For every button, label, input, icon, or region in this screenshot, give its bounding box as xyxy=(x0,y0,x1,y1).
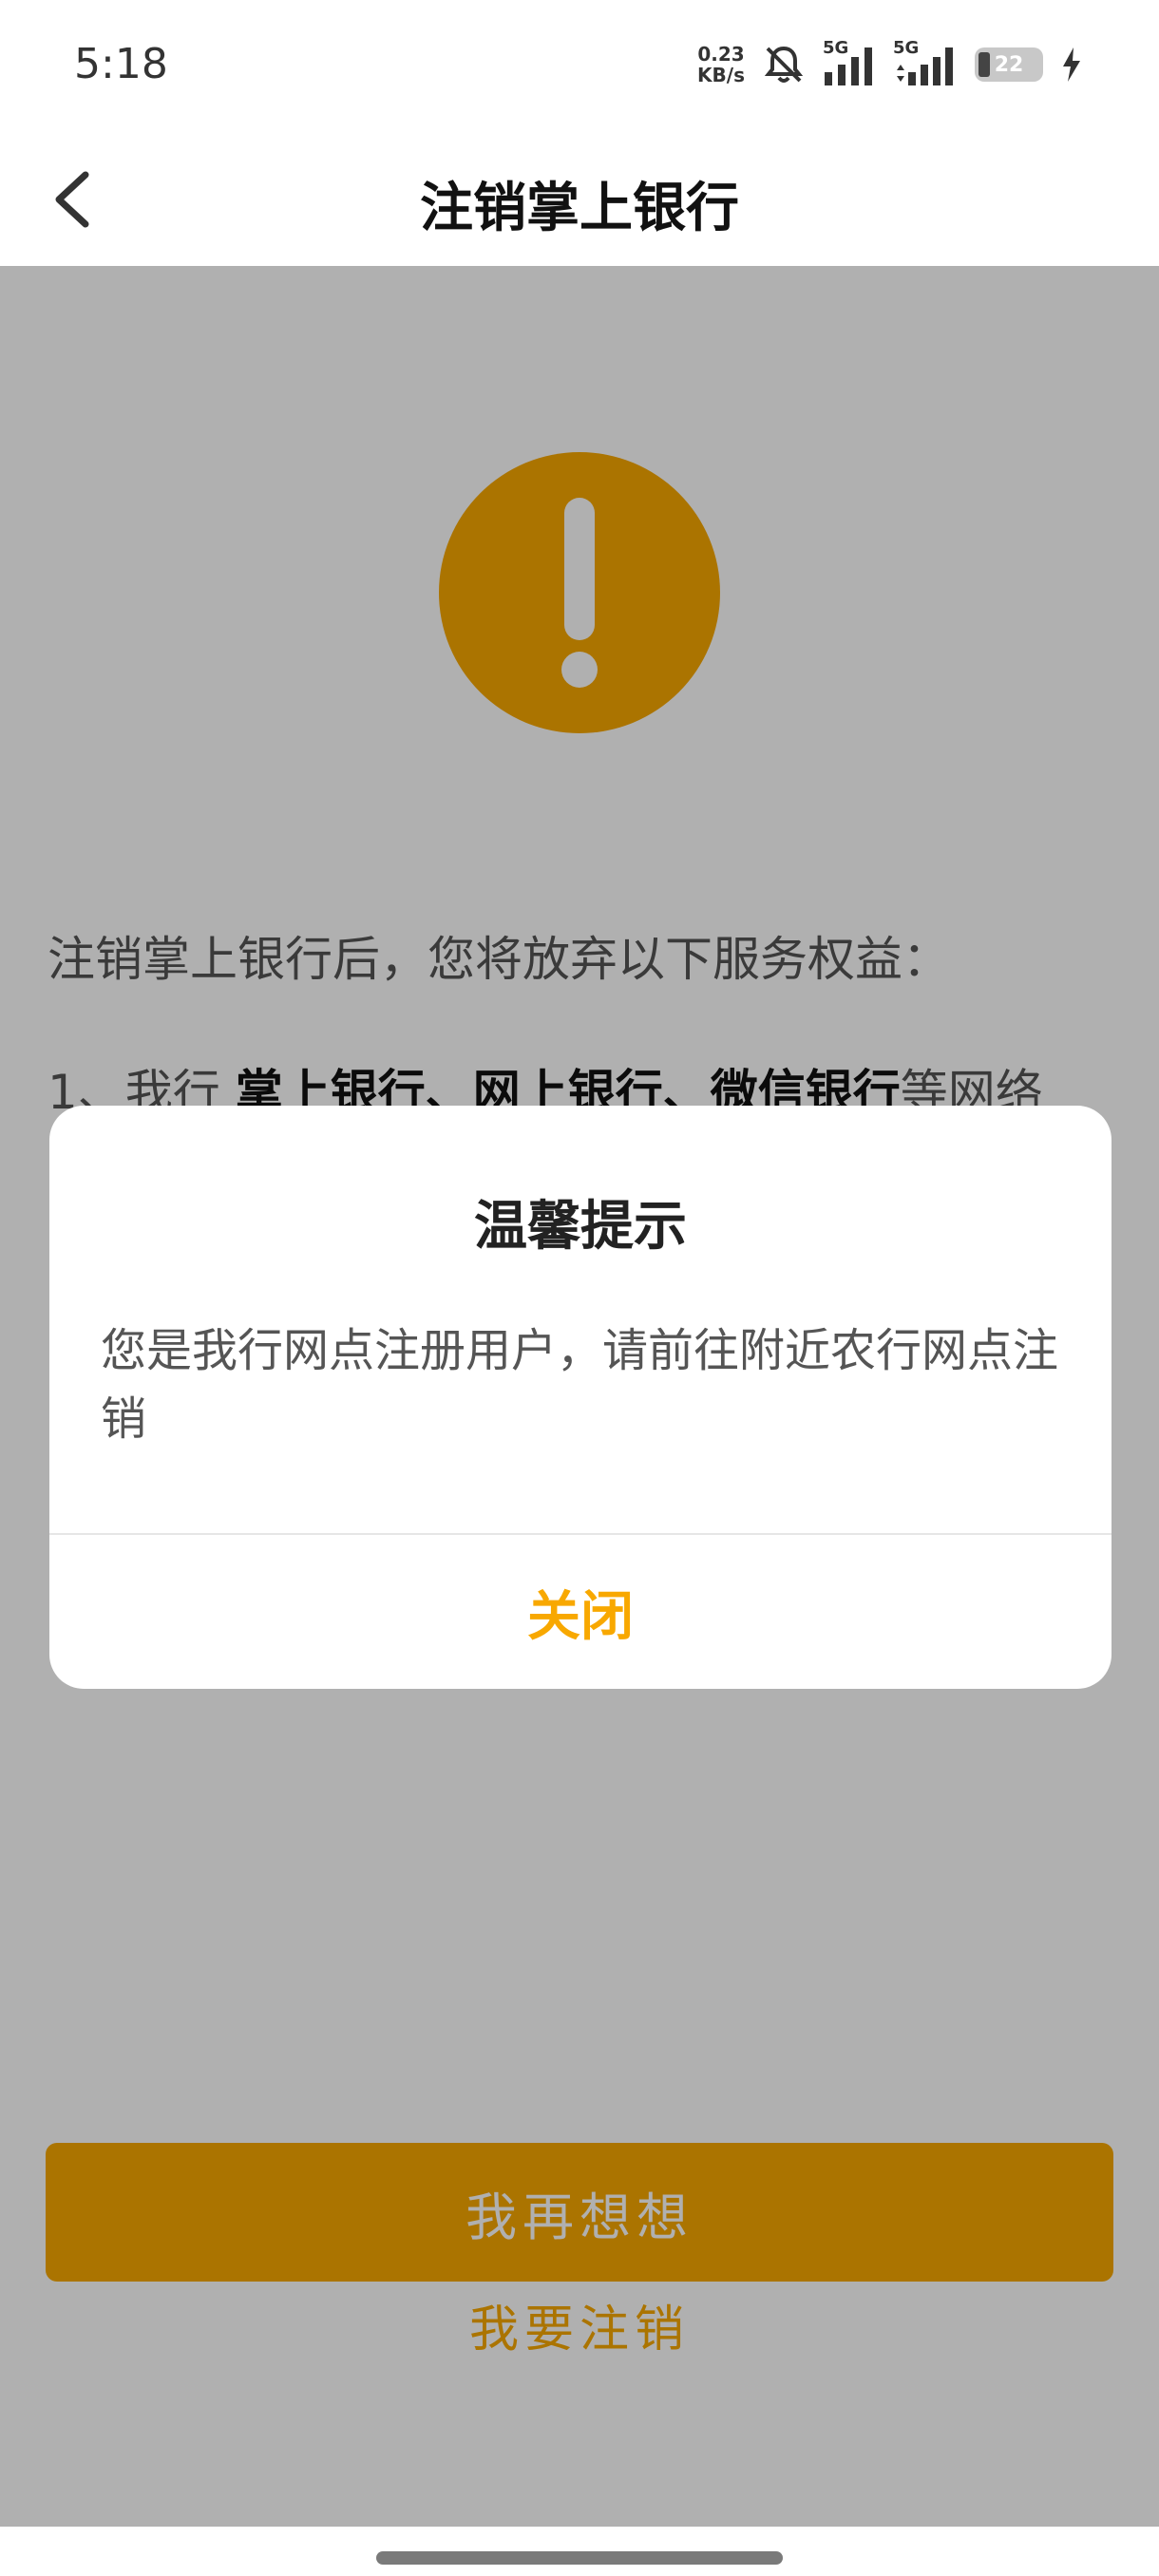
network-speed-value: 0.23 xyxy=(697,43,745,66)
network-speed: 0.23 KB/s xyxy=(697,44,745,85)
signal-2: 5G xyxy=(893,38,958,87)
home-indicator[interactable] xyxy=(376,2551,783,2565)
notice-dialog: 温馨提示 您是我行网点注册用户，请前往附近农行网点注销 关闭 xyxy=(49,1106,1112,1689)
status-icons: 0.23 KB/s 5G 5G 22 xyxy=(697,36,1083,93)
status-bar: 5:18 0.23 KB/s 5G 5G 22 xyxy=(0,0,1159,133)
dialog-close-button[interactable]: 关闭 xyxy=(49,1535,1112,1689)
top-nav: 注销掌上银行 xyxy=(0,133,1159,266)
battery-level: 22 xyxy=(994,52,1024,77)
mute-icon xyxy=(764,46,804,83)
page-title: 注销掌上银行 xyxy=(420,178,739,239)
signal-1-label: 5G xyxy=(823,38,849,58)
dialog-title: 温馨提示 xyxy=(474,1196,687,1258)
dialog-message: 您是我行网点注册用户，请前往附近农行网点注销 xyxy=(101,1324,1059,1446)
network-speed-unit: KB/s xyxy=(697,64,745,86)
signal-2-label: 5G xyxy=(893,38,920,58)
charging-icon xyxy=(1063,47,1080,82)
battery-icon: 22 xyxy=(975,47,1043,82)
signal-1: 5G xyxy=(823,38,876,87)
status-time: 5:18 xyxy=(74,40,168,88)
